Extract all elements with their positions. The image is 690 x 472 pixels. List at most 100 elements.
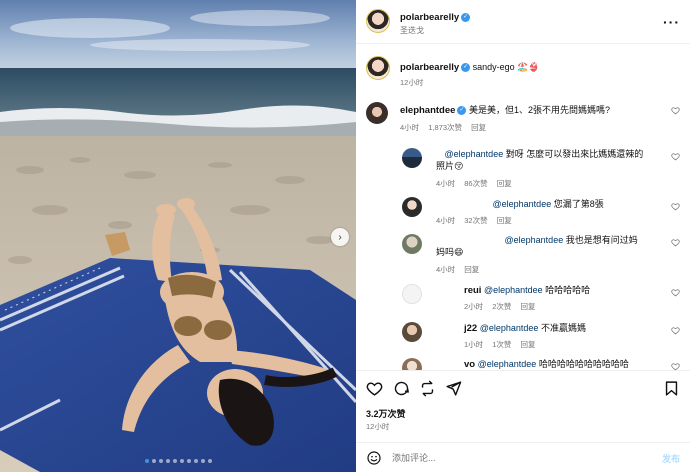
author-username[interactable]: polarbearelly	[400, 12, 459, 23]
carousel-dot	[151, 459, 156, 463]
share-send-icon[interactable]	[445, 380, 462, 397]
replier-avatar[interactable]	[402, 322, 422, 342]
reply-button[interactable]: 回复	[497, 179, 512, 188]
like-comment-heart-icon[interactable]	[671, 152, 680, 161]
post-photo[interactable]: ›	[0, 0, 356, 472]
author-avatar[interactable]	[366, 9, 390, 33]
reply-username[interactable]: reui	[464, 285, 481, 296]
like-comment-heart-icon[interactable]	[671, 202, 680, 211]
comment-input[interactable]	[392, 449, 622, 467]
caption-text: sandy-ego 🏖️👙	[472, 62, 540, 72]
post-header: polarbearelly ✓ 圣迭戈 ···	[356, 0, 690, 44]
repost-icon[interactable]	[419, 380, 436, 397]
reply-row: vo @elephantdee 哈哈哈哈哈哈哈哈哈哈	[356, 356, 690, 370]
comment-username[interactable]: elephantdee	[400, 105, 455, 116]
reply-mention[interactable]: @elephantdee	[480, 323, 539, 333]
reply-button[interactable]: 回复	[471, 123, 486, 132]
reply-meta: 4小时 32次赞 回复	[436, 215, 519, 226]
comment-icon[interactable]	[393, 380, 410, 397]
caption-row: polarbearelly ✓ sandy-ego 🏖️👙 12小时	[356, 56, 690, 92]
carousel-dot	[144, 459, 149, 463]
reply-mention[interactable]: @elephantdee	[505, 235, 564, 245]
verified-badge-icon: ✓	[461, 63, 471, 73]
emoji-icon[interactable]	[366, 450, 382, 466]
author-name-row: polarbearelly ✓	[400, 12, 471, 23]
save-bookmark-icon[interactable]	[663, 380, 680, 397]
carousel-dot	[179, 459, 184, 463]
reply-likes[interactable]: 2次赞	[492, 302, 511, 311]
replier-avatar[interactable]	[402, 358, 422, 370]
reply-mention[interactable]: @elephantdee	[445, 149, 504, 159]
reply-username[interactable]: vo	[464, 359, 475, 370]
comment-meta: 4小时 1,873次赞 回复	[400, 122, 493, 133]
reply-meta: 2小时 2次赞 回复	[464, 301, 543, 312]
comment-row: elephantdee ✓ 美是美，但1、2張不用先問媽媽嗎? 4小时 1,873…	[356, 100, 690, 136]
reply-likes[interactable]: 86次赞	[464, 179, 487, 188]
reply-button[interactable]: 回复	[521, 302, 536, 311]
like-comment-heart-icon[interactable]	[671, 326, 680, 335]
post-location[interactable]: 圣迭戈	[400, 25, 424, 36]
reply-text: @elephantdee 您漏了第8張	[436, 198, 604, 210]
caption-username[interactable]: polarbearelly	[400, 62, 459, 73]
replier-avatar[interactable]	[402, 148, 422, 168]
reply-time: 4小时	[436, 216, 456, 225]
comment-composer: 发布	[356, 442, 690, 472]
replier-avatar[interactable]	[402, 197, 422, 217]
post-side-panel: polarbearelly ✓ 圣迭戈 ··· polarbearelly ✓ sa…	[356, 0, 690, 472]
caption-avatar[interactable]	[366, 56, 390, 80]
comment-likes[interactable]: 1,873次赞	[428, 123, 462, 132]
like-comment-heart-icon[interactable]	[671, 362, 680, 370]
like-comment-heart-icon[interactable]	[671, 238, 680, 247]
likes-count[interactable]: 3.2万次赞	[366, 407, 406, 420]
like-comment-heart-icon[interactable]	[671, 288, 680, 297]
comment-time: 4小时	[400, 123, 420, 132]
reply-text: vo @elephantdee 哈哈哈哈哈哈哈哈哈哈	[464, 358, 629, 370]
reply-row: reui @elephantdee 哈哈哈哈哈 2小时 2次赞 回复	[356, 282, 690, 312]
carousel-indicator	[0, 459, 356, 463]
reply-text: j22 @elephantdee 不准贏媽媽	[464, 322, 586, 335]
caption-time: 12小时	[400, 78, 424, 87]
replier-avatar[interactable]	[402, 234, 422, 254]
like-comment-heart-icon[interactable]	[671, 106, 680, 115]
next-photo-button[interactable]: ›	[331, 228, 349, 246]
reply-likes[interactable]: 1次赞	[492, 340, 511, 349]
replier-avatar[interactable]	[402, 284, 422, 304]
reply-meta: 4小时 86次赞 回复	[436, 178, 519, 189]
reply-time: 1小时	[464, 340, 484, 349]
reply-text: @elephantdee 我也是想有问过妈妈吗😄	[436, 234, 646, 258]
comments-list[interactable]: polarbearelly ✓ sandy-ego 🏖️👙 12小时 elepha…	[356, 44, 690, 370]
reply-mention[interactable]: @elephantdee	[484, 285, 543, 295]
carousel-dot	[186, 459, 191, 463]
comment-text: 美是美，但1、2張不用先問媽媽嗎?	[468, 105, 610, 115]
reply-row: @elephantdee 我也是想有问过妈妈吗😄 4小时 回复	[356, 232, 690, 274]
reply-button[interactable]: 回复	[497, 216, 512, 225]
carousel-dot	[172, 459, 177, 463]
more-options-icon[interactable]: ···	[663, 14, 680, 30]
carousel-dot	[165, 459, 170, 463]
reply-button[interactable]: 回复	[521, 340, 536, 349]
post-time: 12小时	[366, 422, 390, 431]
carousel-dot	[200, 459, 205, 463]
caption-meta: 12小时	[400, 77, 430, 88]
reply-mention[interactable]: @elephantdee	[493, 199, 552, 209]
like-heart-icon[interactable]	[366, 380, 383, 397]
verified-badge-icon: ✓	[457, 106, 467, 116]
comment-text-row: elephantdee ✓ 美是美，但1、2張不用先問媽媽嗎?	[400, 104, 610, 117]
reply-body: 您漏了第8張	[553, 199, 604, 209]
reply-button[interactable]: 回复	[464, 265, 479, 274]
reply-text: @elephantdee 對呀 怎麼可以發出來比媽媽還辣的照片😚	[436, 148, 646, 172]
reply-meta: 1小时 1次赞 回复	[464, 339, 543, 350]
reply-likes[interactable]: 32次赞	[464, 216, 487, 225]
commenter-avatar[interactable]	[366, 102, 388, 124]
reply-meta: 4小时 回复	[436, 264, 486, 275]
reply-mention[interactable]: @elephantdee	[478, 359, 537, 369]
reply-username[interactable]: j22	[464, 323, 477, 334]
carousel-dot	[193, 459, 198, 463]
carousel-dot	[207, 459, 212, 463]
reply-row: @elephantdee 對呀 怎麼可以發出來比媽媽還辣的照片😚 4小时 86次…	[356, 146, 690, 188]
verified-badge-icon: ✓	[461, 13, 471, 23]
reply-text: reui @elephantdee 哈哈哈哈哈	[464, 284, 590, 297]
post-comment-button[interactable]: 发布	[662, 452, 680, 465]
reply-time: 4小时	[436, 265, 456, 274]
reply-body: 哈哈哈哈哈	[545, 285, 591, 295]
